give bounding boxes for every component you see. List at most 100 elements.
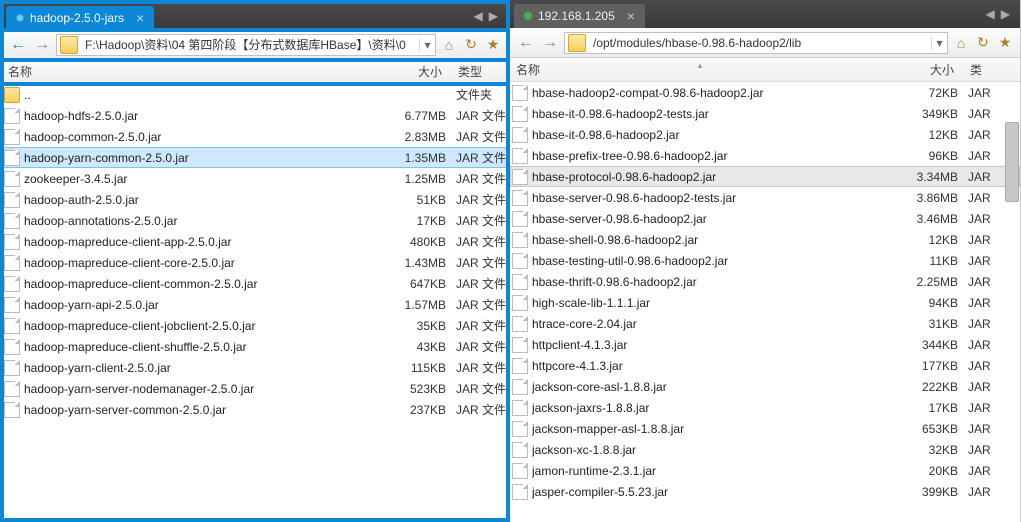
table-row[interactable]: zookeeper-3.4.5.jar1.25MBJAR 文件 [2,168,508,189]
table-row[interactable]: jamon-runtime-2.3.1.jar20KBJAR [510,460,1020,481]
file-name: hbase-prefix-tree-0.98.6-hadoop2.jar [532,149,888,163]
table-row[interactable]: hadoop-yarn-client-2.5.0.jar115KBJAR 文件 [2,357,508,378]
star-icon[interactable]: ★ [484,36,502,53]
close-icon[interactable]: × [136,10,144,26]
table-row[interactable]: hadoop-auth-2.5.0.jar51KBJAR 文件 [2,189,508,210]
scrollbar-thumb[interactable] [1005,122,1019,202]
chevron-down-icon[interactable]: ▾ [931,36,947,50]
table-row[interactable]: jackson-xc-1.8.8.jar32KBJAR [510,439,1020,460]
table-row[interactable]: hadoop-mapreduce-client-shuffle-2.5.0.ja… [2,336,508,357]
file-icon [4,129,20,145]
col-name[interactable]: 名称 [2,63,378,80]
table-row[interactable]: htrace-core-2.04.jar31KBJAR [510,313,1020,334]
file-icon [512,316,528,332]
file-name: hadoop-annotations-2.5.0.jar [24,214,376,228]
file-list-right[interactable]: hbase-hadoop2-compat-0.98.6-hadoop2.jar7… [510,82,1020,522]
col-size[interactable]: 大小 [890,61,960,78]
chevron-down-icon[interactable]: ▾ [419,38,435,52]
file-type: JAR [958,401,1018,415]
table-row[interactable]: httpcore-4.1.3.jar177KBJAR [510,355,1020,376]
table-row[interactable]: high-scale-lib-1.1.1.jar94KBJAR [510,292,1020,313]
refresh-icon[interactable]: ↻ [462,36,480,53]
file-icon [512,337,528,353]
file-size: 32KB [888,443,958,457]
table-row[interactable]: hadoop-mapreduce-client-jobclient-2.5.0.… [2,315,508,336]
table-row[interactable]: hbase-prefix-tree-0.98.6-hadoop2.jar96KB… [510,145,1020,166]
forward-button[interactable]: → [540,34,560,52]
table-row[interactable]: hbase-protocol-0.98.6-hadoop2.jar3.34MBJ… [510,166,1020,187]
file-icon [512,463,528,479]
col-name[interactable]: 名称 ▴ [510,61,890,78]
file-type: JAR 文件 [446,380,506,397]
table-row[interactable]: hadoop-mapreduce-client-common-2.5.0.jar… [2,273,508,294]
back-button[interactable]: ← [8,36,28,54]
table-row[interactable]: hadoop-common-2.5.0.jar2.83MBJAR 文件 [2,126,508,147]
file-type: JAR 文件 [446,233,506,250]
tab-next-icon[interactable]: ▶ [1001,7,1010,21]
file-icon [512,85,528,101]
table-row[interactable]: hadoop-mapreduce-client-core-2.5.0.jar1.… [2,252,508,273]
refresh-icon[interactable]: ↻ [974,34,992,51]
file-size: 11KB [888,254,958,268]
table-row[interactable]: hadoop-hdfs-2.5.0.jar6.77MBJAR 文件 [2,105,508,126]
tab-prev-icon[interactable]: ◀ [474,9,483,23]
star-icon[interactable]: ★ [996,34,1014,51]
file-name: hadoop-yarn-api-2.5.0.jar [24,298,376,312]
table-row[interactable]: hadoop-yarn-api-2.5.0.jar1.57MBJAR 文件 [2,294,508,315]
file-size: 523KB [376,382,446,396]
close-icon[interactable]: × [627,8,635,24]
file-type: JAR 文件 [446,317,506,334]
table-row[interactable]: jackson-mapper-asl-1.8.8.jar653KBJAR [510,418,1020,439]
tab-prev-icon[interactable]: ◀ [986,7,995,21]
tab-active-right[interactable]: 192.168.1.205 × [514,4,645,28]
file-list-left[interactable]: ..文件夹hadoop-hdfs-2.5.0.jar6.77MBJAR 文件ha… [2,84,508,520]
file-icon [512,421,528,437]
file-type: 文件夹 [446,86,506,103]
file-size: 31KB [888,317,958,331]
file-size: 17KB [888,401,958,415]
tab-next-icon[interactable]: ▶ [489,9,498,23]
table-row[interactable]: httpclient-4.1.3.jar344KBJAR [510,334,1020,355]
tab-active-left[interactable]: hadoop-2.5.0-jars × [6,6,154,30]
file-size: 72KB [888,86,958,100]
file-type: JAR [958,338,1018,352]
home-icon[interactable]: ⌂ [952,35,970,51]
table-row[interactable]: hbase-server-0.98.6-hadoop2-tests.jar3.8… [510,187,1020,208]
file-size: 6.77MB [376,109,446,123]
table-row[interactable]: hbase-it-0.98.6-hadoop2.jar12KBJAR [510,124,1020,145]
file-type: JAR 文件 [446,191,506,208]
file-size: 1.43MB [376,256,446,270]
table-row[interactable]: hbase-shell-0.98.6-hadoop2.jar12KBJAR [510,229,1020,250]
table-row[interactable]: hbase-server-0.98.6-hadoop2.jar3.46MBJAR [510,208,1020,229]
table-row[interactable]: jackson-core-asl-1.8.8.jar222KBJAR [510,376,1020,397]
table-row[interactable]: hbase-it-0.98.6-hadoop2-tests.jar349KBJA… [510,103,1020,124]
table-row[interactable]: hbase-hadoop2-compat-0.98.6-hadoop2.jar7… [510,82,1020,103]
col-type[interactable]: 类型 [448,63,508,80]
file-size: 349KB [888,107,958,121]
back-button[interactable]: ← [516,34,536,52]
table-row[interactable]: hbase-thrift-0.98.6-hadoop2.jar2.25MBJAR [510,271,1020,292]
table-row[interactable]: hadoop-yarn-server-common-2.5.0.jar237KB… [2,399,508,420]
table-row[interactable]: hadoop-yarn-server-nodemanager-2.5.0.jar… [2,378,508,399]
path-input[interactable]: F:\Hadoop\资料\04 第四阶段【分布式数据库HBase】\资料\0 ▾ [56,34,436,56]
path-input[interactable]: /opt/modules/hbase-0.98.6-hadoop2/lib ▾ [564,32,948,54]
table-row[interactable]: jackson-jaxrs-1.8.8.jar17KBJAR [510,397,1020,418]
sort-asc-icon: ▴ [510,60,890,71]
file-type: JAR 文件 [446,254,506,271]
file-icon [4,150,20,166]
file-type: JAR 文件 [446,128,506,145]
col-size[interactable]: 大小 [378,63,448,80]
file-icon [512,190,528,206]
home-icon[interactable]: ⌂ [440,37,458,53]
col-type[interactable]: 类 [960,61,1020,78]
file-name: hbase-server-0.98.6-hadoop2-tests.jar [532,191,888,205]
table-row[interactable]: hadoop-mapreduce-client-app-2.5.0.jar480… [2,231,508,252]
file-icon [512,379,528,395]
table-row[interactable]: hadoop-annotations-2.5.0.jar17KBJAR 文件 [2,210,508,231]
table-row[interactable]: hadoop-yarn-common-2.5.0.jar1.35MBJAR 文件 [2,147,508,168]
forward-button[interactable]: → [32,36,52,54]
table-row[interactable]: hbase-testing-util-0.98.6-hadoop2.jar11K… [510,250,1020,271]
folder-icon [4,87,20,103]
table-row[interactable]: jasper-compiler-5.5.23.jar399KBJAR [510,481,1020,502]
parent-row[interactable]: ..文件夹 [2,84,508,105]
